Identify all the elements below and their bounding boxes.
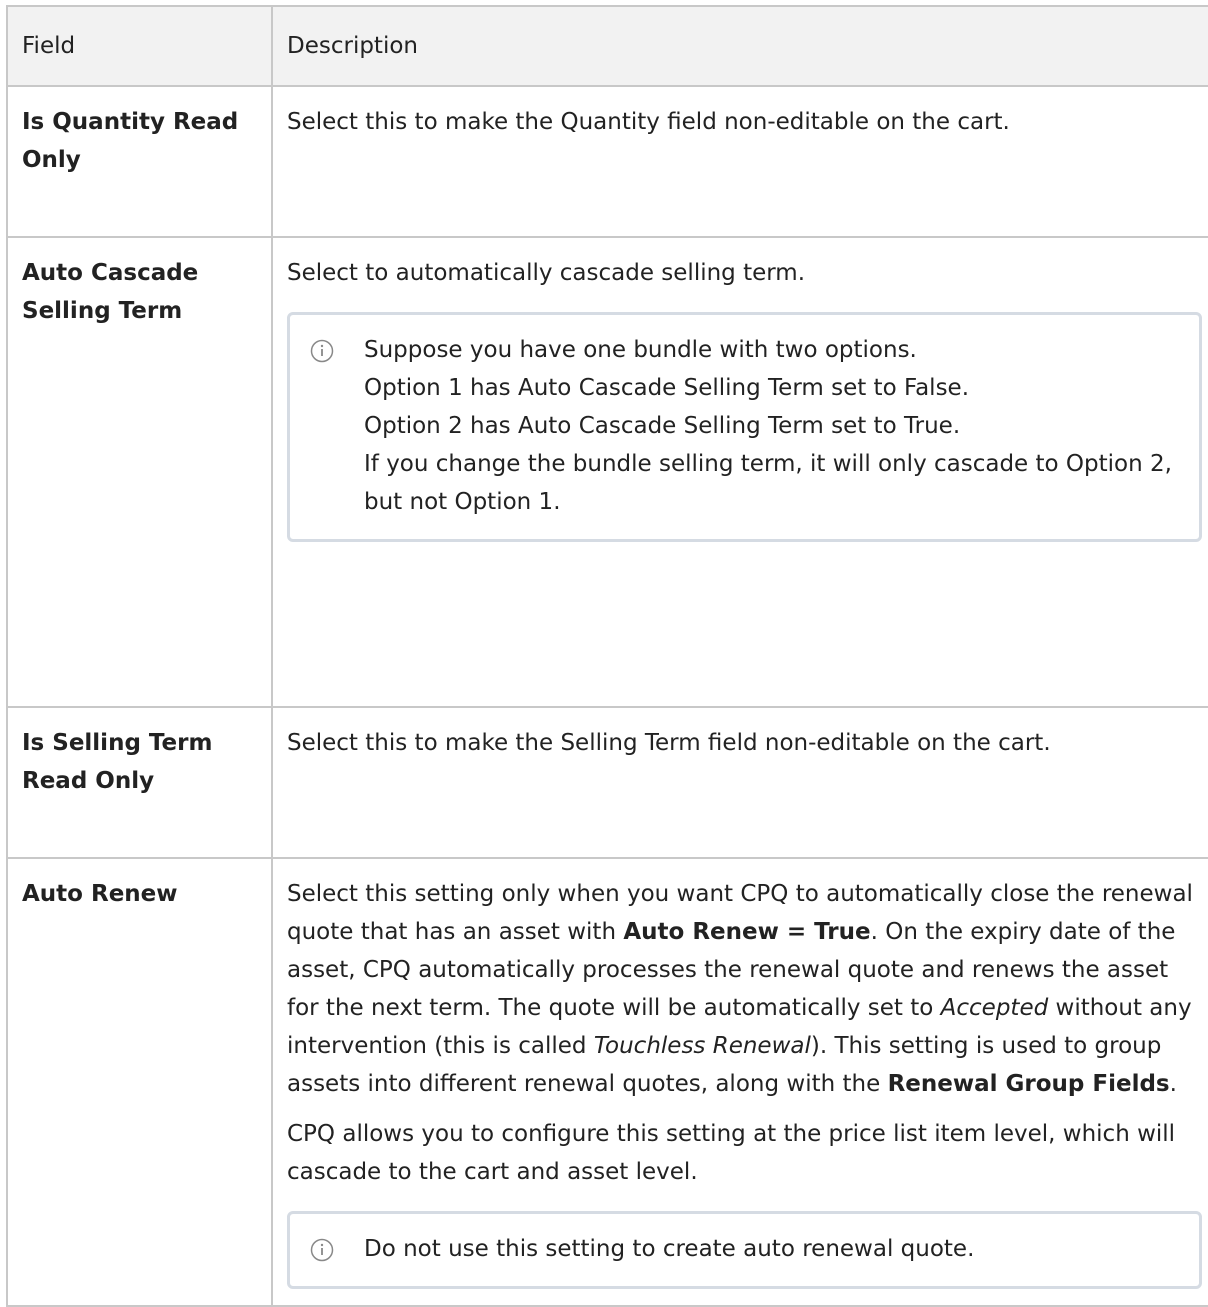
field-name: Is Selling Term Read Only bbox=[6, 706, 273, 859]
table-row: Is Selling Term Read Only Select this to… bbox=[6, 706, 1208, 859]
info-icon bbox=[310, 1238, 334, 1262]
field-name: Is Quantity Read Only bbox=[6, 85, 273, 238]
field-description: Select this setting only when you want C… bbox=[271, 857, 1208, 1307]
text-span: . bbox=[1169, 1071, 1177, 1097]
info-icon bbox=[310, 339, 334, 363]
bold-text: Renewal Group Fields bbox=[887, 1071, 1170, 1097]
header-field: Field bbox=[6, 5, 273, 87]
description-text: Select to automatically cascade selling … bbox=[287, 260, 806, 286]
note-text: Do not use this setting to create auto r… bbox=[364, 1236, 975, 1262]
field-description: Select this to make the Selling Term fie… bbox=[271, 706, 1208, 859]
note-line: Option 1 has Auto Cascade Selling Term s… bbox=[364, 375, 970, 401]
header-description: Description bbox=[271, 5, 1208, 87]
table-header-row: Field Description bbox=[6, 5, 1208, 87]
field-name: Auto Renew bbox=[6, 857, 273, 1307]
bold-text: Auto Renew = True bbox=[623, 919, 871, 945]
info-note: Suppose you have one bundle with two opt… bbox=[287, 312, 1202, 542]
table-row: Auto Renew Select this setting only when… bbox=[6, 857, 1208, 1307]
table-row: Is Quantity Read Only Select this to mak… bbox=[6, 85, 1208, 238]
note-line: If you change the bundle selling term, i… bbox=[364, 451, 1172, 515]
italic-text: Accepted bbox=[940, 995, 1049, 1021]
field-name: Auto Cascade Selling Term bbox=[6, 236, 273, 708]
field-description: Select to automatically cascade selling … bbox=[271, 236, 1208, 708]
description-paragraph: Select this setting only when you want C… bbox=[287, 875, 1202, 1103]
note-line: Suppose you have one bundle with two opt… bbox=[364, 337, 917, 363]
italic-text: Touchless Renewal bbox=[593, 1033, 811, 1059]
note-line: Option 2 has Auto Cascade Selling Term s… bbox=[364, 413, 961, 439]
description-paragraph: CPQ allows you to configure this setting… bbox=[287, 1121, 1176, 1185]
field-description: Select this to make the Quantity field n… bbox=[271, 85, 1208, 238]
info-note: Do not use this setting to create auto r… bbox=[287, 1211, 1202, 1289]
fields-table: Field Description Is Quantity Read Only … bbox=[6, 5, 1208, 1307]
table-row: Auto Cascade Selling Term Select to auto… bbox=[6, 236, 1208, 708]
